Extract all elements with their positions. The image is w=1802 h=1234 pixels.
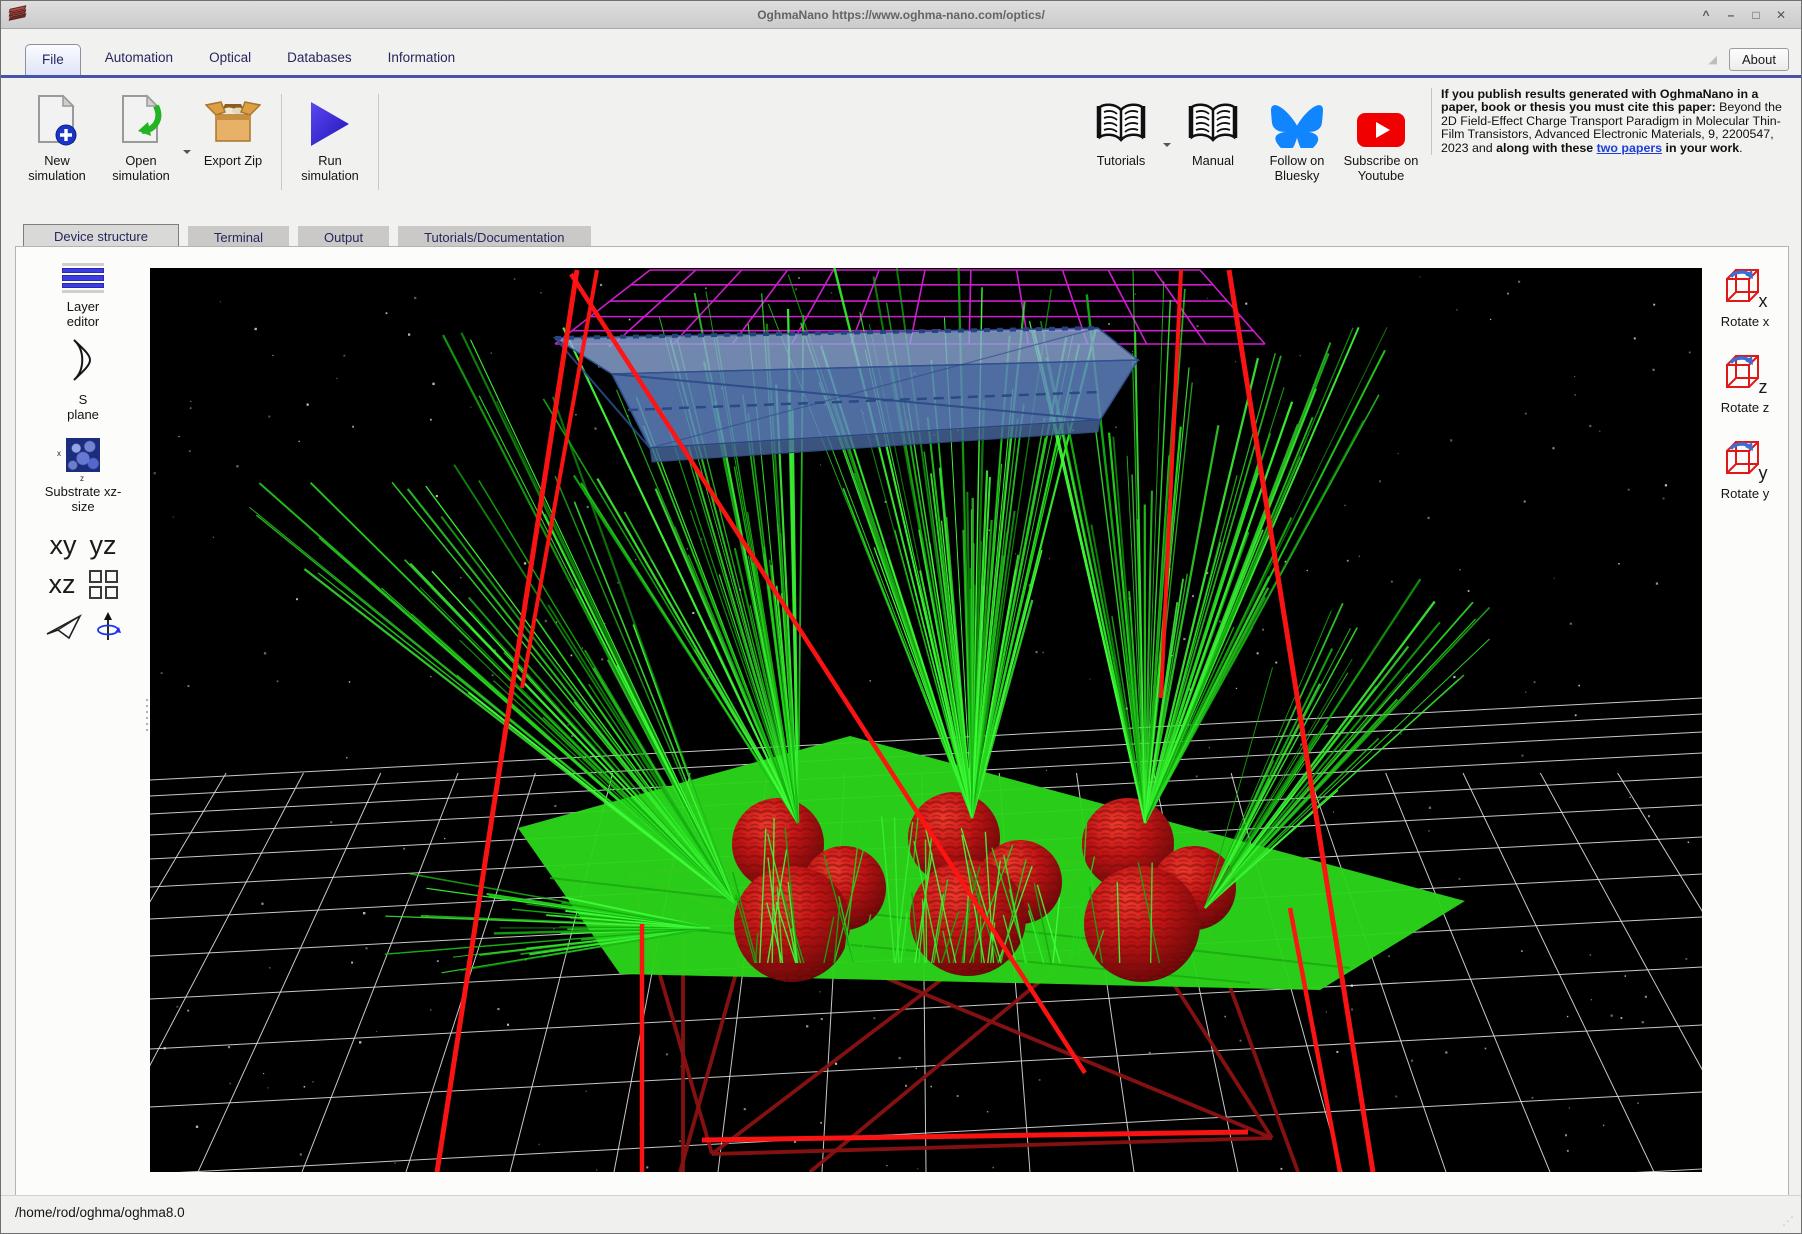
box-icon — [205, 90, 261, 148]
axis-z-label: z — [80, 474, 84, 483]
rotate-z-button[interactable]: z Rotate z — [1720, 351, 1770, 415]
book-icon — [1093, 90, 1149, 148]
current-path: /home/rod/oghma/oghma8.0 — [15, 1205, 185, 1220]
about-button[interactable]: About — [1729, 48, 1789, 71]
rotate-x-label: Rotate x — [1720, 314, 1770, 329]
viewport-container — [150, 247, 1702, 1195]
3d-viewport[interactable] — [150, 268, 1702, 1172]
open-simulation-dropdown-icon[interactable] — [183, 150, 191, 158]
rotate-scene-button[interactable] — [95, 612, 121, 647]
rotate-y-button[interactable]: y Rotate y — [1720, 437, 1770, 501]
rotate-cube-icon — [1723, 265, 1763, 310]
rotate-x-button[interactable]: x Rotate x — [1720, 265, 1770, 329]
four-view-grid-button[interactable] — [89, 570, 118, 599]
menu-tab-optical[interactable]: Optical — [197, 43, 263, 75]
panel-splitter-handle[interactable] — [146, 699, 148, 731]
bluesky-button[interactable]: Follow on Bluesky — [1255, 90, 1339, 183]
bluesky-label: Follow on Bluesky — [1255, 153, 1339, 183]
run-simulation-label: Run simulation — [288, 153, 372, 183]
export-zip-button[interactable]: Export Zip — [191, 90, 275, 168]
rotate-cube-icon — [1723, 437, 1763, 482]
new-simulation-label: New simulation — [15, 153, 99, 183]
s-plane-button[interactable]: S plane — [62, 339, 104, 422]
youtube-icon — [1356, 90, 1406, 148]
resize-grip-icon: ◢ — [1709, 53, 1717, 66]
substrate-image-icon: x z — [66, 438, 100, 472]
menu-bar: File Automation Optical Databases Inform… — [1, 29, 1801, 78]
new-document-icon — [34, 90, 80, 148]
titlebar: OghmaNano https://www.oghma-nano.com/opt… — [1, 1, 1801, 29]
fly-scene-button[interactable] — [46, 614, 82, 645]
toolbar-separator — [281, 94, 282, 190]
rotate-z-label: Rotate z — [1720, 400, 1770, 415]
app-window: OghmaNano https://www.oghma-nano.com/opt… — [0, 0, 1802, 1234]
play-icon — [309, 90, 351, 148]
view-yz-button[interactable]: yz — [90, 530, 117, 561]
close-icon[interactable]: ✕ — [1773, 7, 1789, 23]
menu-tab-databases[interactable]: Databases — [275, 43, 364, 75]
rotate-panel: x Rotate x z — [1702, 247, 1788, 1195]
menu-tab-automation[interactable]: Automation — [93, 43, 185, 75]
substrate-xz-size-button[interactable]: x z Substrate xz-size — [41, 424, 125, 514]
s-plane-label: S plane — [62, 392, 104, 422]
view-xy-button[interactable]: xy — [50, 530, 77, 561]
menu-tab-file[interactable]: File — [25, 44, 81, 75]
rotate-cube-icon — [1723, 351, 1763, 396]
left-tool-panel: Layer editor S plane x z Substrate xz-si… — [16, 247, 150, 1195]
run-simulation-button[interactable]: Run simulation — [288, 90, 372, 183]
new-simulation-button[interactable]: New simulation — [15, 90, 99, 183]
layer-editor-button[interactable]: Layer editor — [53, 247, 113, 329]
rotate-y-axis-letter: y — [1759, 463, 1768, 484]
manual-button[interactable]: Manual — [1171, 90, 1255, 168]
book-icon — [1185, 90, 1241, 148]
export-zip-label: Export Zip — [204, 153, 262, 168]
tutorials-button[interactable]: Tutorials — [1079, 90, 1163, 168]
layer-editor-label: Layer editor — [53, 299, 113, 329]
axis-x-label: x — [57, 449, 61, 458]
maximize-icon[interactable]: □ — [1748, 7, 1764, 23]
lens-plane-icon — [69, 339, 97, 386]
status-bar: /home/rod/oghma/oghma8.0 ⋰ — [1, 1195, 1801, 1233]
rotate-x-axis-letter: x — [1759, 291, 1768, 312]
manual-label: Manual — [1192, 153, 1234, 168]
view-xz-button[interactable]: xz — [49, 569, 76, 600]
minimize-icon[interactable]: – — [1723, 7, 1739, 23]
youtube-label: Subscribe on Youtube — [1339, 153, 1423, 183]
shade-window-icon[interactable]: ^ — [1698, 7, 1714, 23]
open-simulation-label: Open simulation — [99, 153, 183, 183]
toolbar-separator — [378, 94, 379, 190]
two-papers-link[interactable]: two papers — [1597, 141, 1662, 155]
layers-icon — [62, 263, 104, 293]
window-title: OghmaNano https://www.oghma-nano.com/opt… — [1, 8, 1801, 22]
open-document-icon — [118, 90, 164, 148]
youtube-button[interactable]: Subscribe on Youtube — [1339, 90, 1423, 183]
toolbar: New simulation Open simulation — [1, 78, 1801, 218]
rotate-z-axis-letter: z — [1759, 377, 1768, 398]
device-structure-panel: Layer editor S plane x z Substrate xz-si… — [15, 246, 1789, 1196]
citation-notice: If you publish results generated with Og… — [1431, 88, 1793, 155]
open-simulation-button[interactable]: Open simulation — [99, 90, 183, 183]
substrate-xz-size-label: Substrate xz-size — [41, 484, 125, 514]
menu-tab-information[interactable]: Information — [376, 43, 468, 75]
rotate-y-label: Rotate y — [1720, 486, 1770, 501]
window-resize-grip[interactable]: ⋰ — [1782, 1214, 1795, 1228]
bluesky-butterfly-icon — [1271, 90, 1323, 148]
tutorials-dropdown-icon[interactable] — [1163, 143, 1171, 151]
tutorials-label: Tutorials — [1097, 153, 1146, 168]
